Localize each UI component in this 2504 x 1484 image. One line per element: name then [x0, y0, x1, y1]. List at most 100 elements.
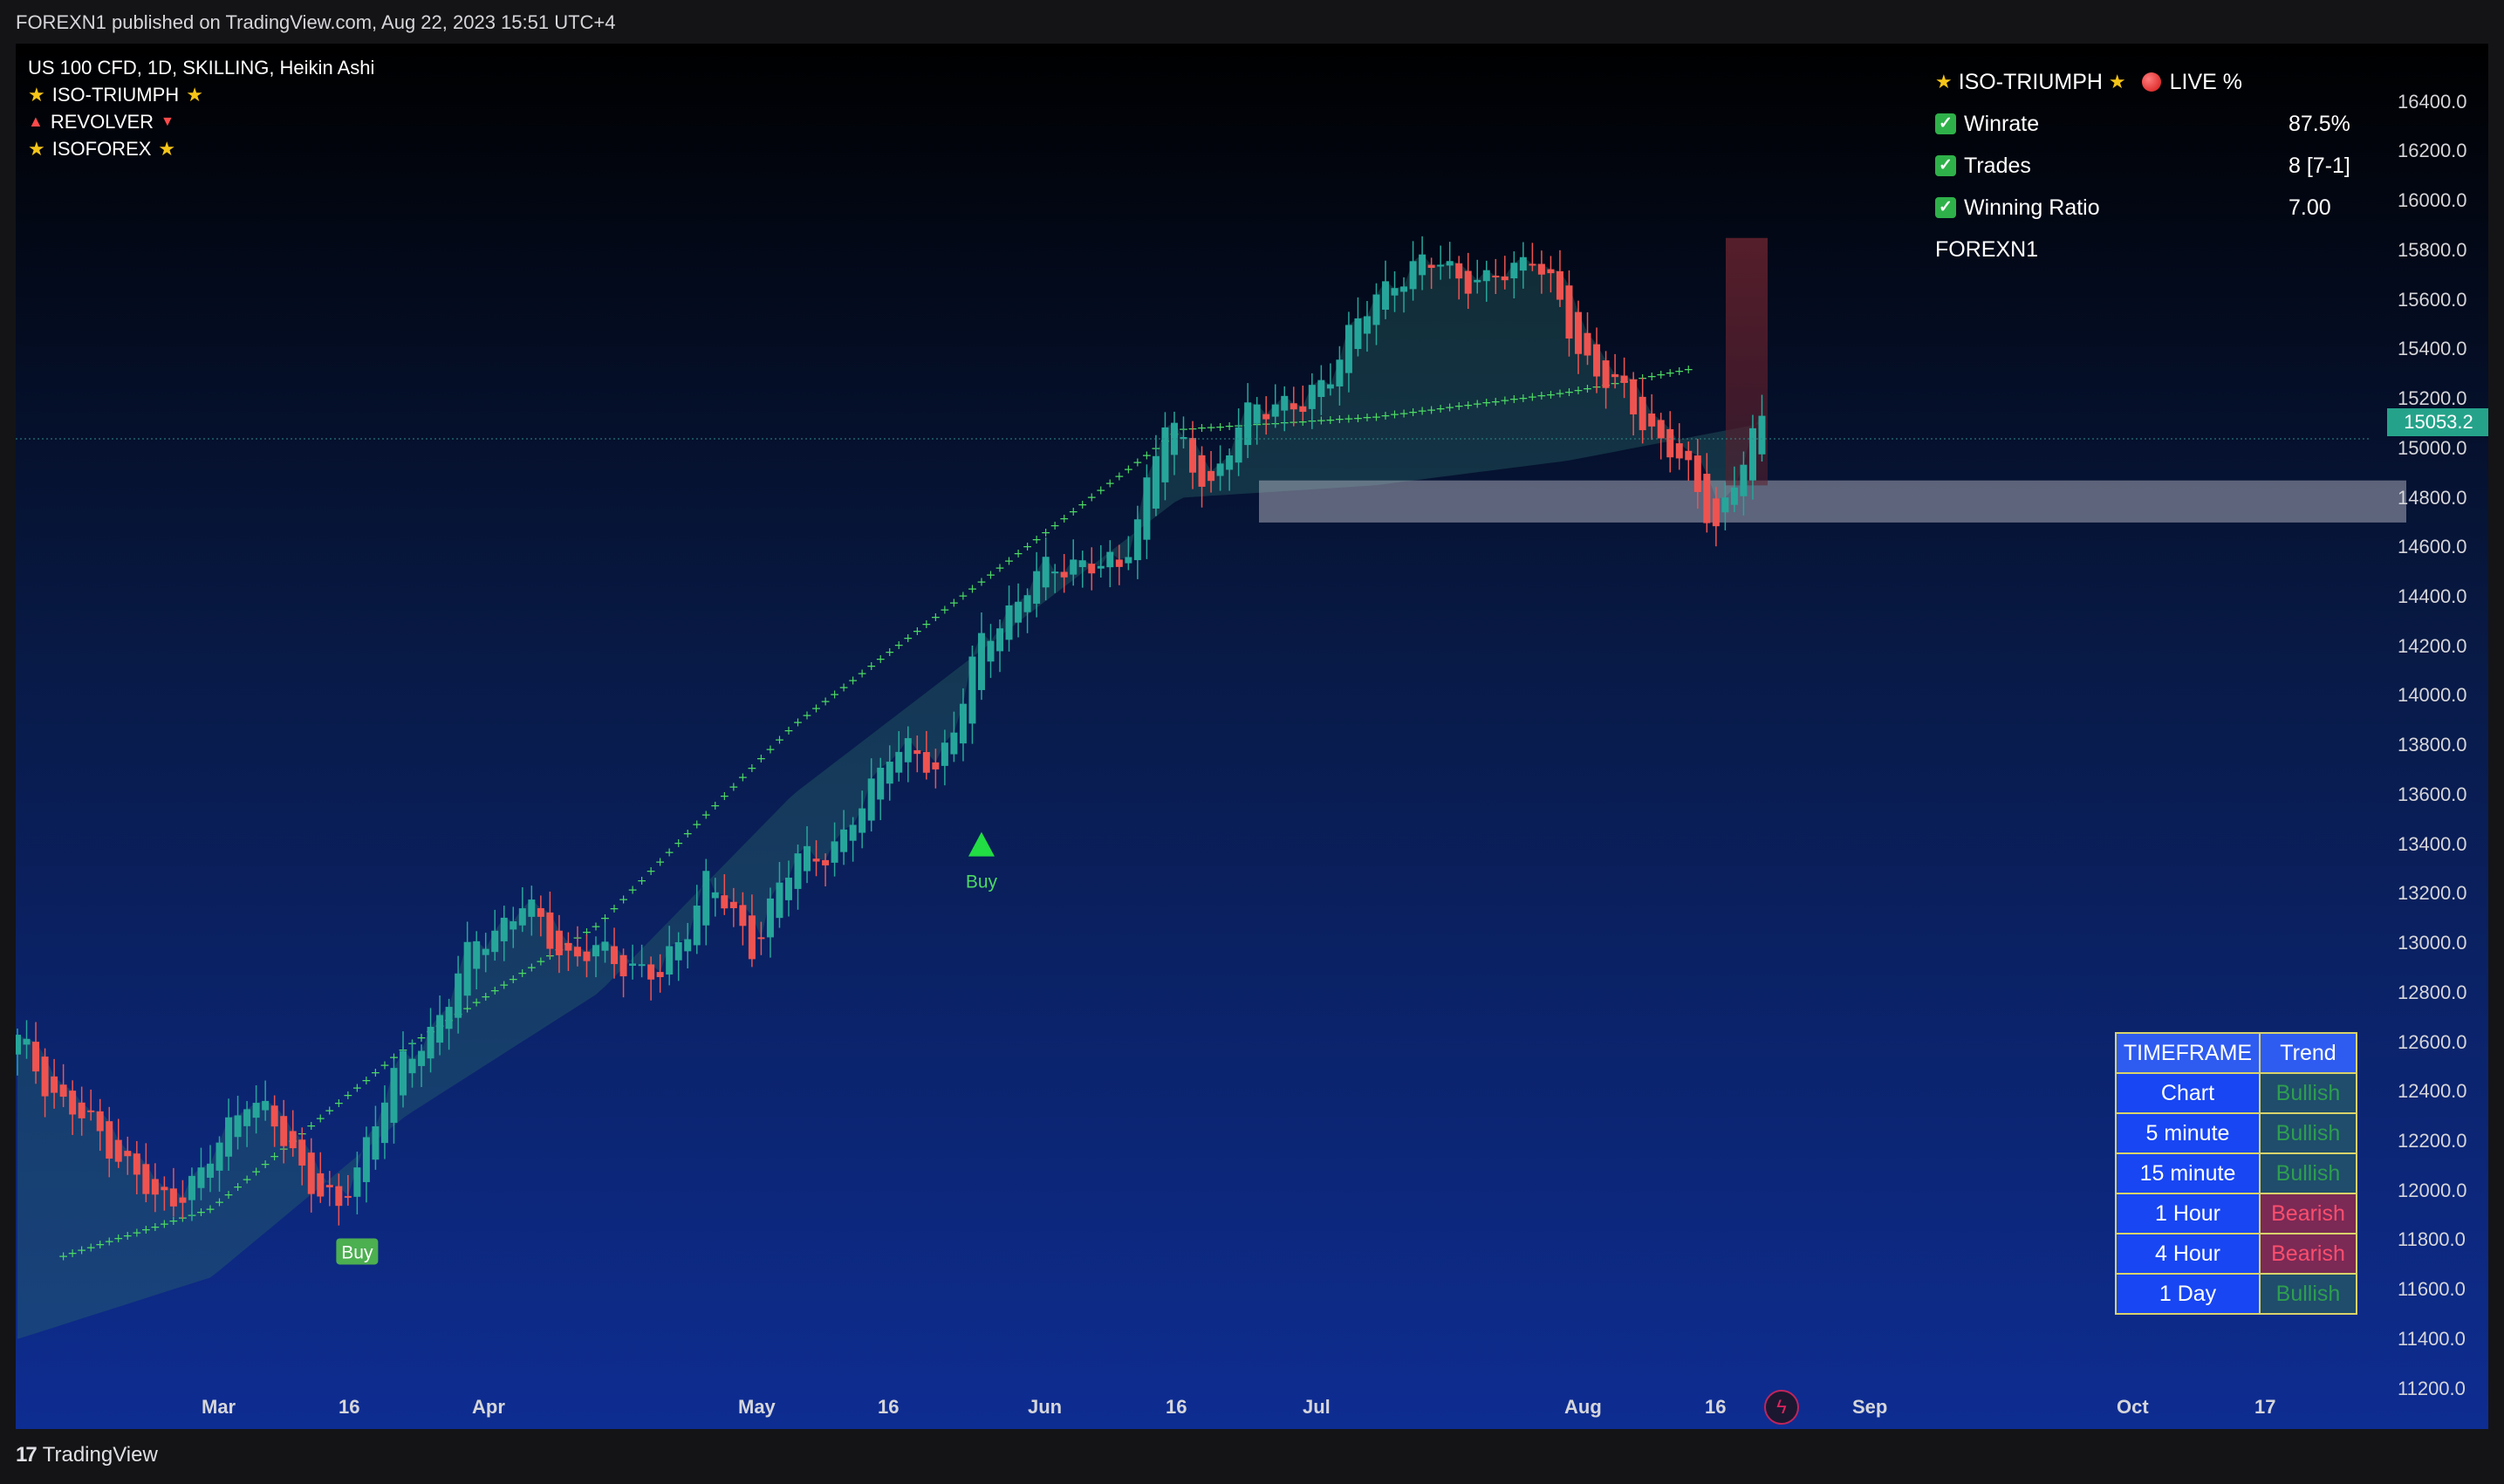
candle-body	[51, 1076, 58, 1093]
time-tick-label: Apr	[472, 1396, 505, 1418]
candle-body	[1482, 270, 1490, 282]
candle-body	[932, 762, 940, 769]
candle-body	[362, 1137, 370, 1182]
candle-body	[1703, 474, 1711, 523]
candle-body	[124, 1151, 132, 1157]
candle-body	[1529, 263, 1536, 266]
stats-value: 8 [7-1]	[2288, 153, 2350, 178]
price-tick-label: 14800.0	[2398, 486, 2467, 509]
candle-body	[812, 858, 820, 862]
candle-body	[206, 1163, 214, 1178]
star-icon: ★	[2108, 71, 2126, 92]
timeframe-header: TIMEFRAME	[2115, 1032, 2261, 1074]
price-tick-label: 14600.0	[2398, 536, 2467, 558]
stats-value: 7.00	[2288, 195, 2331, 220]
candle-body	[1336, 359, 1344, 386]
candle-body	[1657, 420, 1665, 439]
candle-body	[822, 859, 830, 865]
candle-body	[41, 1057, 49, 1097]
stats-row-ratio: ✓ Winning Ratio 7.00	[1935, 187, 2406, 229]
candle-body	[913, 749, 921, 755]
candle-body	[1510, 263, 1518, 279]
candle-body	[262, 1100, 270, 1111]
candle-body	[904, 738, 912, 763]
dot-marker: +	[1683, 363, 1693, 377]
candle-body	[142, 1164, 150, 1194]
candle-body	[1409, 261, 1417, 290]
candle-body	[1143, 477, 1151, 540]
candle-body	[1748, 427, 1756, 481]
candle-body	[510, 921, 517, 930]
star-icon: ★	[28, 84, 45, 106]
candle-body	[656, 972, 664, 977]
price-tick-label: 16400.0	[2398, 90, 2467, 113]
candle-body	[59, 1084, 67, 1098]
candle-body	[372, 1126, 380, 1160]
candle-body	[666, 946, 674, 975]
legend-label: ISO-TRIUMPH	[51, 84, 180, 106]
price-tick-label: 13600.0	[2398, 783, 2467, 805]
candle-body	[1078, 560, 1086, 568]
candle-body	[1675, 443, 1683, 459]
time-tick-label: 16	[878, 1396, 900, 1418]
candle-body	[1400, 286, 1408, 292]
brand-label: TradingView	[42, 1443, 158, 1467]
candle-body	[491, 930, 499, 953]
candle-body	[877, 767, 885, 800]
legend-item-revolver[interactable]: ▲ REVOLVER ▼	[28, 108, 374, 135]
price-tick-label: 14400.0	[2398, 585, 2467, 607]
tradingview-logo[interactable]: 17 TradingView	[16, 1443, 158, 1467]
candle-body	[1556, 270, 1563, 300]
candle-body	[867, 778, 875, 821]
triangle-down-icon: ▼	[161, 114, 174, 129]
candle-body	[463, 941, 471, 996]
candle-body	[23, 1038, 31, 1045]
trend-cell: Bullish	[2259, 1072, 2357, 1114]
candle-body	[408, 1058, 416, 1074]
table-row: 4 Hour Bearish	[2115, 1233, 2357, 1275]
candle-body	[455, 973, 462, 1018]
candle-body	[169, 1188, 177, 1207]
candle-body	[1326, 384, 1334, 389]
candle-body	[546, 912, 554, 949]
candle-body	[886, 762, 893, 784]
candle-body	[1575, 311, 1583, 354]
candle-body	[1427, 264, 1435, 269]
candle-body	[1372, 294, 1380, 325]
price-tick-label: 13800.0	[2398, 734, 2467, 756]
candle-body	[859, 808, 866, 833]
candle-body	[325, 1185, 333, 1187]
candle-body	[106, 1121, 113, 1159]
last-price-tag: 15053.2	[2387, 408, 2488, 436]
time-tick-label: May	[738, 1396, 776, 1418]
candle-body	[436, 1015, 444, 1043]
candle-body	[528, 899, 536, 917]
price-tick-label: 15200.0	[2398, 387, 2467, 410]
legend-item-iso-triumph[interactable]: ★ ISO-TRIUMPH ★	[28, 81, 374, 108]
check-icon: ✓	[1935, 113, 1956, 134]
candle-body	[674, 941, 682, 961]
candle-body	[289, 1131, 297, 1149]
star-icon: ★	[28, 138, 45, 160]
candle-body	[1419, 254, 1426, 276]
candle-body	[1464, 270, 1472, 294]
table-row: 1 Day Bullish	[2115, 1273, 2357, 1315]
price-tick-label: 15000.0	[2398, 436, 2467, 459]
candle-body	[776, 882, 783, 919]
legend-item-isoforex[interactable]: ★ ISOFOREX ★	[28, 135, 374, 162]
candle-body	[601, 941, 609, 951]
candle-body	[1271, 404, 1279, 417]
candle-body	[418, 1050, 426, 1066]
star-icon: ★	[186, 84, 203, 106]
candle-body	[1152, 455, 1160, 509]
candle-body	[1262, 414, 1270, 420]
price-tick-label: 12200.0	[2398, 1130, 2467, 1152]
price-tick-label: 12400.0	[2398, 1080, 2467, 1103]
stats-label: Trades	[1964, 153, 2031, 178]
candle-body	[592, 945, 599, 957]
candle-body	[564, 942, 572, 951]
candle-body	[161, 1187, 168, 1191]
lightning-icon[interactable]: ϟ	[1764, 1390, 1799, 1425]
candle-body	[711, 892, 719, 899]
candle-body	[1189, 438, 1197, 473]
